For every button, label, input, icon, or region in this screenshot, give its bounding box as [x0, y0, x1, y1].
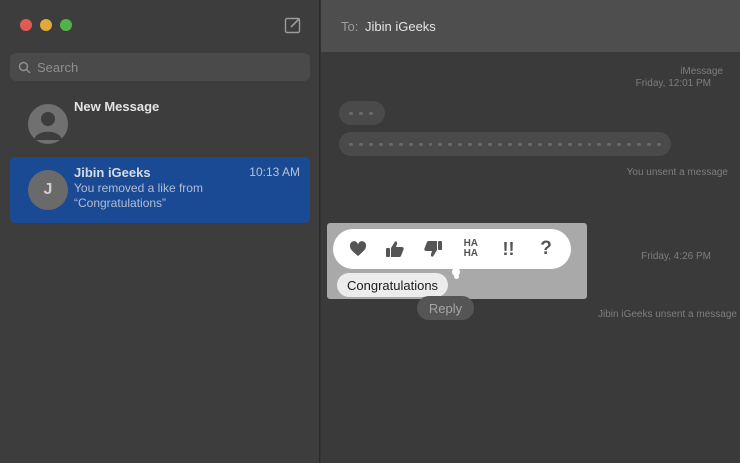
blurred-message [339, 132, 671, 156]
avatar: J [28, 170, 68, 210]
avatar-letter: J [43, 181, 53, 198]
tapback-menu: HA HA !! ? [333, 229, 571, 269]
thumbs-down-icon[interactable] [420, 236, 446, 262]
conversation-preview: You removed a like from “Congratulations… [74, 181, 203, 210]
thumbs-up-icon[interactable] [382, 236, 408, 262]
unsent-notice: Jibin iGeeks unsent a message [598, 309, 737, 320]
sidebar: Search New Message J Jibin iGeeks 10:13 … [0, 0, 320, 463]
search-placeholder: Search [37, 59, 79, 75]
recipient-name[interactable]: Jibin iGeeks [365, 19, 436, 34]
tapback-tail [454, 274, 459, 279]
compose-icon[interactable] [284, 16, 302, 34]
unsent-notice: You unsent a message [626, 167, 728, 178]
heart-icon[interactable] [345, 236, 371, 262]
question-icon[interactable]: ? [533, 236, 559, 262]
conversation-new-message[interactable]: New Message [10, 96, 310, 154]
timestamp: Friday, 12:01 PM [635, 78, 711, 89]
zoom-button[interactable] [60, 19, 72, 31]
search-field[interactable]: Search [10, 53, 310, 81]
blurred-message [339, 101, 385, 125]
to-label: To: [341, 19, 359, 34]
service-label: iMessage [680, 66, 723, 77]
close-button[interactable] [20, 19, 32, 31]
window-controls [20, 19, 72, 31]
conversation-title: New Message [74, 99, 160, 114]
conversation-header: To: Jibin iGeeks [321, 0, 740, 52]
selected-message-bubble[interactable]: Congratulations [337, 273, 449, 297]
exclamation-icon[interactable]: !! [495, 236, 521, 262]
conversation-name: Jibin iGeeks [74, 165, 151, 180]
conversation-jibin[interactable]: J Jibin iGeeks 10:13 AM You removed a li… [10, 157, 310, 223]
search-icon [18, 61, 31, 74]
avatar [28, 104, 68, 144]
haha-icon[interactable]: HA HA [458, 236, 484, 262]
timestamp: Friday, 4:26 PM [641, 251, 711, 262]
minimize-button[interactable] [40, 19, 52, 31]
reply-button[interactable]: Reply [417, 296, 474, 320]
person-icon [34, 112, 62, 140]
conversation-time: 10:13 AM [249, 165, 300, 179]
